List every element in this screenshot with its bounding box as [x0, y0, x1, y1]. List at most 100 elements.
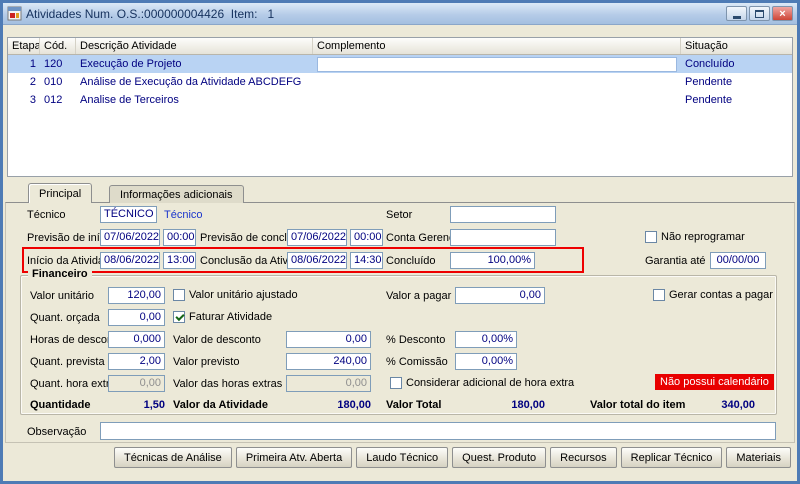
- previsao-conclusao-time-field[interactable]: 00:00: [350, 229, 383, 246]
- table-row[interactable]: 2 010 Análise de Execução da Atividade A…: [8, 73, 792, 91]
- grid-header: Etapa Cód. Descrição Atividade Complemen…: [8, 38, 792, 55]
- maximize-icon: [755, 10, 764, 18]
- financeiro-legend: Financeiro: [28, 268, 92, 280]
- tab-principal[interactable]: Principal: [28, 183, 92, 203]
- cell-etapa: 3: [8, 91, 40, 109]
- minimize-icon: [733, 16, 741, 19]
- checkbox-label: Faturar Atividade: [189, 311, 272, 323]
- dialog-window: Atividades Num. O.S.:000000004426 Item: …: [0, 0, 800, 484]
- setor-field[interactable]: [450, 206, 556, 223]
- complemento-cell-editor[interactable]: [317, 57, 677, 72]
- conta-gerencial-field[interactable]: [450, 229, 556, 246]
- column-header-cod[interactable]: Cód.: [40, 38, 76, 54]
- valor-atividade-label: Valor da Atividade: [173, 399, 268, 411]
- concluido-field[interactable]: 100,00%: [450, 252, 535, 269]
- checkbox-box: [653, 289, 665, 301]
- valor-unitario-label: Valor unitário: [30, 290, 94, 302]
- valor-previsto-label: Valor previsto: [173, 356, 239, 368]
- garantia-ate-label: Garantia até: [645, 255, 706, 267]
- checkbox-box: [173, 289, 185, 301]
- valor-a-pagar-field[interactable]: 0,00: [455, 287, 545, 304]
- table-row[interactable]: 1 120 Execução de Projeto Concluído: [8, 55, 792, 73]
- checkbox-label: Não reprogramar: [661, 231, 745, 243]
- quantidade-label: Quantidade: [30, 399, 91, 411]
- cell-complemento: [313, 73, 681, 91]
- faturar-atividade-checkbox[interactable]: Faturar Atividade: [173, 310, 272, 324]
- checkbox-box: [173, 311, 185, 323]
- valor-total-value: 180,00: [455, 399, 545, 411]
- window-title: Atividades Num. O.S.:000000004426 Item: …: [26, 7, 722, 21]
- maximize-button[interactable]: [749, 6, 770, 21]
- laudo-tecnico-button[interactable]: Laudo Técnico: [356, 447, 448, 468]
- pct-desconto-field[interactable]: 0,00%: [455, 331, 517, 348]
- previsao-inicio-time-field[interactable]: 00:00: [163, 229, 196, 246]
- valor-total-label: Valor Total: [386, 399, 441, 411]
- previsao-conclusao-date-field[interactable]: 07/06/2022: [287, 229, 347, 246]
- inicio-atividade-date-field[interactable]: 08/06/2022: [100, 252, 160, 269]
- nao-reprogramar-checkbox[interactable]: Não reprogramar: [645, 230, 745, 244]
- previsao-inicio-date-field[interactable]: 07/06/2022: [100, 229, 160, 246]
- cell-situacao: Pendente: [681, 73, 792, 91]
- minimize-button[interactable]: [726, 6, 747, 21]
- quant-orcada-label: Quant. orçada: [30, 312, 100, 324]
- tab-informacoes-adicionais[interactable]: Informações adicionais: [109, 185, 244, 203]
- quant-orcada-field[interactable]: 0,00: [108, 309, 165, 326]
- valor-desconto-label: Valor de desconto: [173, 334, 261, 346]
- valor-a-pagar-label: Valor a pagar: [386, 290, 451, 302]
- column-header-complemento[interactable]: Complemento: [313, 38, 681, 54]
- valor-unitario-ajustado-checkbox[interactable]: Valor unitário ajustado: [173, 288, 298, 302]
- cell-cod: 012: [40, 91, 76, 109]
- window-icon: [7, 6, 22, 21]
- setor-label: Setor: [386, 209, 412, 221]
- tecnicas-de-analise-button[interactable]: Técnicas de Análise: [114, 447, 232, 468]
- tecnico-field[interactable]: TÉCNICO: [100, 206, 157, 223]
- concluido-label: Concluído: [386, 255, 436, 267]
- column-header-situacao[interactable]: Situação: [681, 38, 792, 54]
- pct-desconto-label: % Desconto: [386, 334, 445, 346]
- close-button[interactable]: ×: [772, 6, 793, 21]
- quant-prevista-label: Quant. prevista: [30, 356, 105, 368]
- button-bar: Técnicas de Análise Primeira Atv. Aberta…: [114, 447, 791, 468]
- recursos-button[interactable]: Recursos: [550, 447, 616, 468]
- observacao-label: Observação: [27, 426, 86, 438]
- inicio-atividade-time-field[interactable]: 13:00: [163, 252, 196, 269]
- pct-comissao-label: % Comissão: [386, 356, 448, 368]
- valor-horas-extras-label: Valor das horas extras: [173, 378, 282, 390]
- primeira-atv-aberta-button[interactable]: Primeira Atv. Aberta: [236, 447, 352, 468]
- cell-complemento: [313, 55, 681, 73]
- quest-produto-button[interactable]: Quest. Produto: [452, 447, 546, 468]
- tecnico-label: Técnico: [27, 209, 66, 221]
- gerar-contas-a-pagar-checkbox[interactable]: Gerar contas a pagar: [653, 288, 773, 302]
- valor-desconto-field[interactable]: 0,00: [286, 331, 371, 348]
- pct-comissao-field[interactable]: 0,00%: [455, 353, 517, 370]
- table-row[interactable]: 3 012 Analise de Terceiros Pendente: [8, 91, 792, 109]
- materiais-button[interactable]: Materiais: [726, 447, 791, 468]
- valor-total-item-label: Valor total do item: [590, 399, 685, 411]
- cell-descricao: Execução de Projeto: [76, 55, 313, 73]
- observacao-field[interactable]: [100, 422, 776, 440]
- valor-atividade-value: 180,00: [286, 399, 371, 411]
- quant-hora-extra-label: Quant. hora extra: [30, 378, 116, 390]
- cell-etapa: 2: [8, 73, 40, 91]
- tecnico-name-text: Técnico: [164, 209, 203, 221]
- checkbox-label: Considerar adicional de hora extra: [406, 377, 574, 389]
- valor-unitario-field[interactable]: 120,00: [108, 287, 165, 304]
- cell-situacao: Pendente: [681, 91, 792, 109]
- garantia-ate-field[interactable]: 00/00/00: [710, 252, 766, 269]
- valor-previsto-field[interactable]: 240,00: [286, 353, 371, 370]
- considerar-adicional-checkbox[interactable]: Considerar adicional de hora extra: [390, 376, 574, 390]
- checkbox-box: [645, 231, 657, 243]
- horas-desconto-field[interactable]: 0,000: [108, 331, 165, 348]
- cell-etapa: 1: [8, 55, 40, 73]
- column-header-etapa[interactable]: Etapa: [8, 38, 40, 54]
- sem-calendario-alert: Não possui calendário: [655, 374, 774, 390]
- checkbox-box: [390, 377, 402, 389]
- conclusao-atividade-date-field[interactable]: 08/06/2022: [287, 252, 347, 269]
- checkbox-label: Gerar contas a pagar: [669, 289, 773, 301]
- titlebar[interactable]: Atividades Num. O.S.:000000004426 Item: …: [3, 3, 797, 25]
- quant-prevista-field[interactable]: 2,00: [108, 353, 165, 370]
- cell-descricao: Analise de Terceiros: [76, 91, 313, 109]
- column-header-descricao[interactable]: Descrição Atividade: [76, 38, 313, 54]
- conclusao-atividade-time-field[interactable]: 14:30: [350, 252, 383, 269]
- replicar-tecnico-button[interactable]: Replicar Técnico: [621, 447, 723, 468]
